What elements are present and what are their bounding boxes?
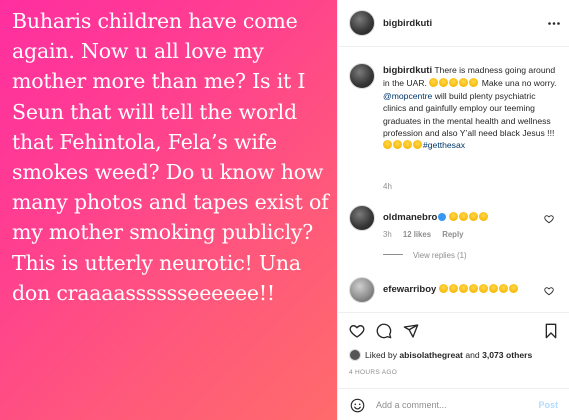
liker-username[interactable]: abisolathegreat bbox=[399, 350, 463, 360]
like-comment-heart-icon[interactable] bbox=[544, 286, 554, 296]
view-replies-label: View replies (1) bbox=[413, 251, 467, 260]
laughing-emoji-icon bbox=[459, 78, 469, 88]
emoji-picker-icon[interactable] bbox=[350, 398, 365, 413]
commenter-avatar[interactable] bbox=[349, 205, 375, 231]
comment-meta: 3h 12 likes Reply bbox=[383, 230, 472, 239]
share-paper-plane-icon[interactable] bbox=[403, 323, 419, 339]
replies-divider bbox=[383, 254, 403, 255]
add-comment-bar: Post bbox=[338, 388, 569, 420]
post-image[interactable]: Buharis children have come again. Now u … bbox=[0, 0, 337, 420]
comment-body: oldmanebro bbox=[383, 211, 543, 224]
laughing-emoji-icon bbox=[448, 284, 458, 293]
author-username[interactable]: bigbirdkuti bbox=[383, 18, 432, 29]
caption-username[interactable]: bigbirdkuti bbox=[383, 65, 432, 76]
verified-badge-icon bbox=[438, 213, 447, 221]
laughing-emoji-icon bbox=[439, 78, 449, 88]
laughing-emoji-icon bbox=[469, 78, 479, 88]
more-options-icon[interactable] bbox=[548, 22, 560, 25]
commenter-username[interactable]: oldmanebro bbox=[383, 212, 437, 223]
laughing-emoji-icon bbox=[383, 140, 392, 150]
like-comment-heart-icon[interactable] bbox=[544, 214, 554, 224]
post-comment-button[interactable]: Post bbox=[538, 400, 558, 410]
comment-time[interactable]: 3h bbox=[383, 230, 392, 239]
laughing-emoji-icon bbox=[458, 284, 468, 293]
like-heart-icon[interactable] bbox=[349, 323, 365, 339]
view-replies-button[interactable]: View replies (1) bbox=[383, 251, 467, 260]
commenter-username[interactable]: efewarriboy bbox=[383, 284, 436, 295]
commenter-avatar[interactable] bbox=[349, 277, 375, 303]
laughing-emoji-icon bbox=[498, 284, 508, 293]
comment-input[interactable] bbox=[376, 397, 516, 413]
post-story-text: Buharis children have come again. Now u … bbox=[12, 9, 329, 305]
caption-timestamp[interactable]: 4h bbox=[383, 182, 392, 191]
laughing-emoji-icon bbox=[403, 140, 412, 150]
laughing-emoji-icon bbox=[488, 284, 498, 293]
caption-text-part: Make una no worry. bbox=[481, 78, 557, 89]
caption-text: bigbirdkuti There is madness going aroun… bbox=[383, 64, 561, 152]
laughing-emoji-icon bbox=[429, 78, 439, 88]
comment-bubble-icon[interactable] bbox=[376, 323, 392, 339]
author-avatar[interactable] bbox=[349, 10, 375, 36]
post-timestamp[interactable]: 4 HOURS AGO bbox=[349, 369, 397, 376]
caption-mention-link[interactable]: @mopcentre bbox=[383, 91, 432, 101]
laughing-emoji-icon bbox=[449, 78, 459, 88]
reply-button[interactable]: Reply bbox=[442, 230, 463, 239]
laughing-emoji-icon bbox=[508, 284, 518, 293]
laughing-emoji-icon bbox=[438, 284, 448, 293]
laughing-emoji-icon bbox=[458, 212, 468, 221]
comment-likes-count[interactable]: 12 likes bbox=[403, 230, 431, 239]
likes-count[interactable]: 3,073 others bbox=[482, 350, 532, 360]
liked-by: Liked by abisolathegreat and 3,073 other… bbox=[349, 349, 532, 361]
liker-avatar[interactable] bbox=[349, 349, 361, 361]
liked-by-and: and bbox=[465, 350, 480, 360]
comment-body: efewarriboy bbox=[383, 283, 543, 296]
laughing-emoji-icon bbox=[413, 140, 422, 150]
laughing-emoji-icon bbox=[468, 284, 478, 293]
laughing-emoji-icon bbox=[468, 212, 478, 221]
save-bookmark-icon[interactable] bbox=[543, 323, 559, 339]
laughing-emoji-icon bbox=[478, 284, 488, 293]
post-side-panel: bigbirdkuti bigbirdkuti There is madness… bbox=[337, 0, 569, 420]
post-header: bigbirdkuti bbox=[338, 0, 569, 47]
caption-avatar[interactable] bbox=[349, 63, 375, 89]
laughing-emoji-icon bbox=[448, 212, 458, 221]
post-actions: Liked by abisolathegreat and 3,073 other… bbox=[338, 312, 569, 372]
liked-by-prefix: Liked by bbox=[365, 350, 398, 360]
laughing-emoji-icon bbox=[478, 212, 488, 221]
laughing-emoji-icon bbox=[393, 140, 402, 150]
caption-hashtag-link[interactable]: #getthesax bbox=[423, 140, 465, 150]
